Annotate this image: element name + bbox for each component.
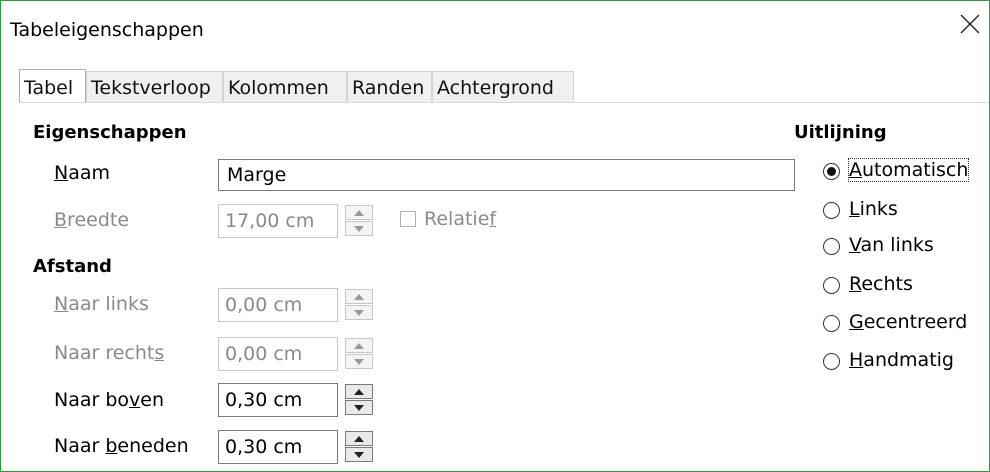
arrow-up-icon [346, 343, 372, 349]
top-spacing-text-rest: en [140, 389, 165, 411]
radio-label: Gecentreerd [849, 311, 967, 333]
relative-checkbox[interactable] [400, 211, 416, 227]
spacing-heading: Afstand [33, 256, 112, 277]
radio-text: ecentreerd [863, 311, 968, 333]
name-label: Naam [54, 162, 110, 184]
right-spacing-input[interactable]: 0,00 cm [218, 337, 338, 371]
right-spacing-accel: s [154, 342, 165, 364]
radio-text: echts [861, 273, 913, 295]
radio-text: inks [859, 198, 898, 220]
left-spacing-accel: N [54, 293, 69, 315]
arrow-up-icon [346, 436, 372, 442]
radio-accel: A [849, 159, 862, 181]
radio-label: Links [849, 198, 898, 220]
tab-divider [19, 102, 989, 103]
arrow-down-icon [346, 405, 372, 411]
left-spin-buttons [345, 289, 375, 321]
radio-accel: G [849, 311, 864, 333]
radio-button[interactable] [823, 202, 840, 219]
top-increment-button[interactable] [345, 384, 373, 399]
close-button[interactable] [959, 13, 989, 43]
arrow-up-icon [346, 389, 372, 395]
width-spinbox[interactable]: 17,00 cm [218, 204, 375, 238]
left-increment-button[interactable] [345, 289, 373, 304]
tab-kolommen[interactable]: Kolommen [223, 71, 347, 103]
bottom-decrement-button[interactable] [345, 447, 373, 462]
tab-tabel[interactable]: Tabel [19, 69, 86, 103]
radio-label: Automatisch [847, 158, 970, 182]
top-spacing-text: Naar bo [54, 389, 130, 411]
bottom-spacing-input[interactable]: 0,30 cm [218, 430, 338, 464]
relative-label-accel: f [489, 208, 497, 230]
left-spacing-text: aar links [68, 293, 149, 315]
radio-button[interactable] [823, 238, 840, 255]
arrow-down-icon [346, 310, 372, 316]
right-spacing-label: Naar rechts [54, 342, 164, 364]
tab-achtergrond[interactable]: Achtergrond [432, 71, 574, 103]
tab-randen[interactable]: Randen [347, 71, 432, 103]
right-spacing-text: Naar recht [54, 342, 155, 364]
tab-tekstverloop[interactable]: Tekstverloop [86, 71, 223, 103]
radio-text: an links [860, 234, 934, 256]
radio-button[interactable] [823, 353, 840, 370]
left-spacing-input[interactable]: 0,00 cm [218, 288, 338, 322]
radio-label: Handmatig [849, 349, 954, 371]
arrow-up-icon [346, 294, 372, 300]
right-spin-buttons [345, 338, 375, 370]
width-decrement-button[interactable] [345, 221, 373, 236]
radio-accel: H [849, 349, 864, 371]
left-decrement-button[interactable] [345, 305, 373, 320]
arrow-down-icon [346, 226, 372, 232]
arrow-down-icon [346, 359, 372, 365]
top-spacing-spinbox[interactable]: 0,30 cm [218, 383, 375, 417]
width-increment-button[interactable] [345, 205, 373, 220]
right-increment-button[interactable] [345, 338, 373, 353]
radio-accel: L [849, 198, 860, 220]
radio-accel: R [849, 273, 862, 295]
bottom-spin-buttons [345, 431, 375, 463]
top-spacing-accel: v [129, 389, 141, 411]
bottom-spacing-text-rest: eneden [117, 435, 189, 457]
right-spacing-spinbox[interactable]: 0,00 cm [218, 337, 375, 371]
top-decrement-button[interactable] [345, 400, 373, 415]
relative-label-text: Relatie [424, 208, 490, 230]
top-spacing-label: Naar boven [54, 389, 164, 411]
name-input[interactable]: Marge [218, 159, 795, 191]
radio-button[interactable] [823, 315, 840, 332]
dialog-window: Tabeleigenschappen Tabel Tekstverloop Ko… [0, 0, 990, 472]
alignment-heading: Uitlijning [794, 122, 887, 143]
radio-accel: V [849, 234, 861, 256]
top-spin-buttons [345, 384, 375, 416]
relative-label: Relatief [424, 208, 496, 230]
radio-text: utomatisch [862, 159, 969, 181]
name-label-accel: N [54, 162, 69, 184]
bottom-spacing-label: Naar beneden [54, 435, 189, 457]
width-input[interactable]: 17,00 cm [218, 204, 338, 238]
properties-heading: Eigenschappen [33, 122, 187, 143]
dialog-title: Tabeleigenschappen [10, 19, 204, 41]
radio-label: Rechts [849, 273, 913, 295]
arrow-up-icon [346, 210, 372, 216]
left-spacing-spinbox[interactable]: 0,00 cm [218, 288, 375, 322]
close-icon [959, 13, 989, 35]
bottom-spacing-text: Naar [54, 435, 106, 457]
bottom-increment-button[interactable] [345, 431, 373, 446]
name-label-text: aam [68, 162, 111, 184]
width-label-text: reedte [67, 209, 130, 231]
left-spacing-label: Naar links [54, 293, 149, 315]
top-spacing-input[interactable]: 0,30 cm [218, 383, 338, 417]
radio-label: Van links [849, 234, 934, 256]
width-label-accel: B [54, 209, 68, 231]
radio-button[interactable] [823, 163, 840, 180]
bottom-spacing-spinbox[interactable]: 0,30 cm [218, 430, 375, 464]
radio-text: andmatig [863, 349, 954, 371]
bottom-spacing-accel: b [105, 435, 118, 457]
right-decrement-button[interactable] [345, 354, 373, 369]
width-spin-buttons [345, 205, 375, 237]
title-bar: Tabeleigenschappen [1, 1, 989, 53]
radio-button[interactable] [823, 277, 840, 294]
arrow-down-icon [346, 452, 372, 458]
width-label: Breedte [54, 209, 129, 231]
